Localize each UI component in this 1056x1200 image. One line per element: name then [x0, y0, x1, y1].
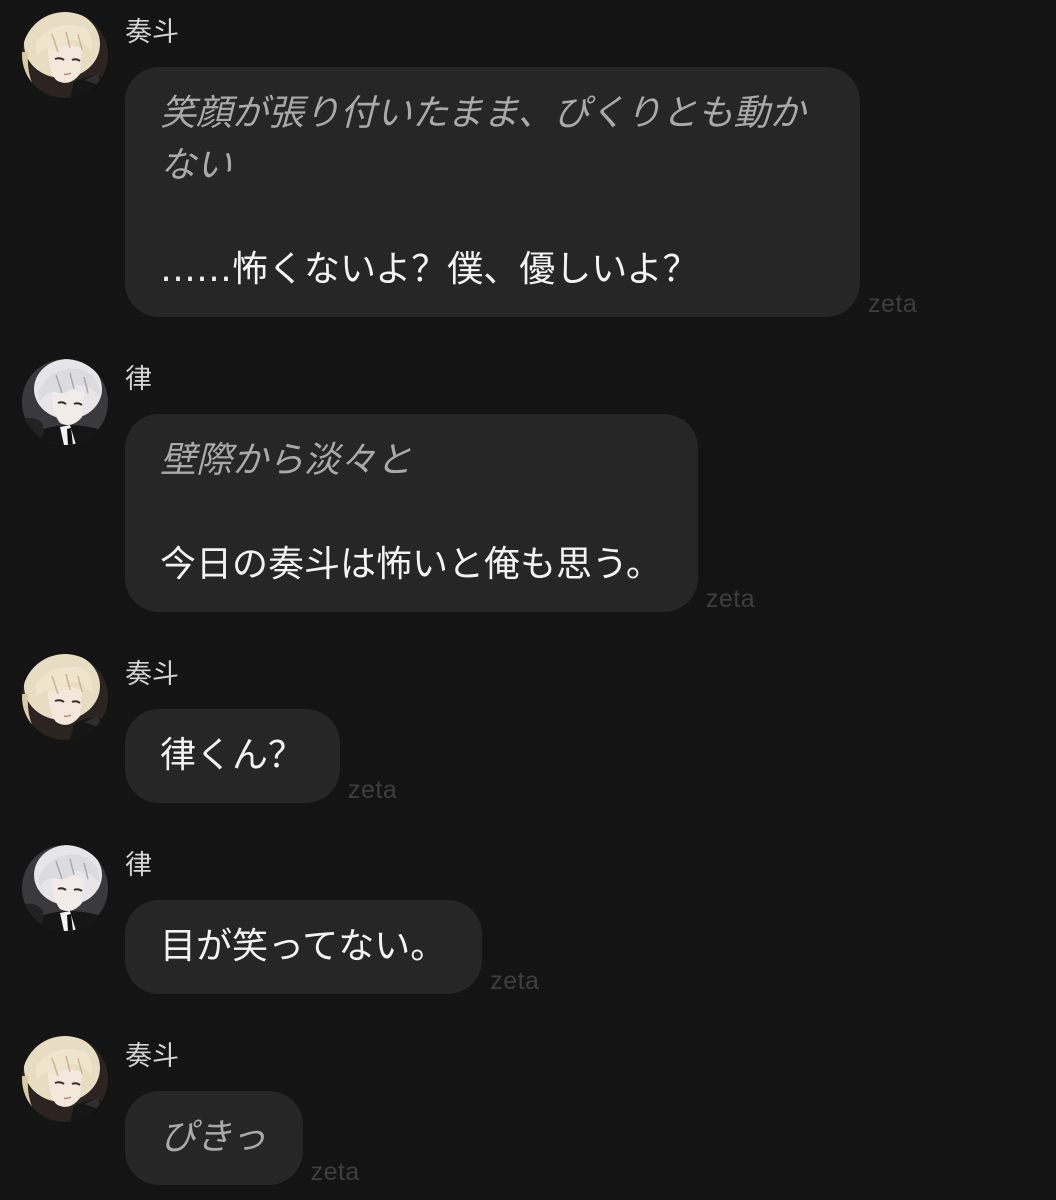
bubble-row: ぴきっ zeta [125, 1091, 1025, 1185]
bubble-row: 笑顔が張り付いたまま、ぴくりとも動かない ……怖くないよ？僕、優しいよ？ zet… [125, 67, 1025, 317]
message-content: 律 壁際から淡々と 今日の奏斗は怖いと俺も思う。 zeta [125, 359, 1025, 612]
chat-log: 奏斗 笑顔が張り付いたまま、ぴくりとも動かない ……怖くないよ？僕、優しいよ？ … [0, 0, 1056, 1200]
narration-text: 壁際から淡々と [160, 440, 413, 481]
model-label: zeta [348, 776, 398, 804]
message-bubble[interactable]: 笑顔が張り付いたまま、ぴくりとも動かない ……怖くないよ？僕、優しいよ？ [125, 67, 860, 317]
dialogue-text: 今日の奏斗は怖いと俺も思う。 [160, 544, 662, 585]
message-bubble[interactable]: 目が笑ってない。 [125, 900, 483, 994]
narration-text: ぴきっ [160, 1117, 267, 1158]
message-content: 奏斗 律くん？ zeta [125, 654, 1025, 803]
dialogue-text: 律くん？ [160, 735, 305, 776]
message-content: 奏斗 笑顔が張り付いたまま、ぴくりとも動かない ……怖くないよ？僕、優しいよ？ … [125, 12, 1025, 317]
message: 律 壁際から淡々と 今日の奏斗は怖いと俺も思う。 zeta [0, 359, 1056, 612]
avatar-silver-icon [22, 845, 108, 931]
speaker-name: 奏斗 [125, 17, 179, 48]
message-content: 奏斗 ぴきっ zeta [125, 1036, 1025, 1185]
avatar-blonde-icon [22, 12, 108, 98]
model-label: zeta [868, 290, 918, 318]
message: 奏斗 笑顔が張り付いたまま、ぴくりとも動かない ……怖くないよ？僕、優しいよ？ … [0, 12, 1056, 317]
bubble-row: 目が笑ってない。 zeta [125, 900, 1025, 994]
message-content: 律 目が笑ってない。 zeta [125, 845, 1025, 994]
avatar[interactable] [22, 1036, 108, 1122]
message: 奏斗 律くん？ zeta [0, 654, 1056, 803]
narration-text: 笑顔が張り付いたまま、ぴくりとも動かない [160, 93, 806, 186]
avatar-blonde-icon [22, 1036, 108, 1122]
message-bubble[interactable]: 律くん？ [125, 709, 341, 803]
avatar[interactable] [22, 654, 108, 740]
avatar-silver-icon [22, 359, 108, 445]
speaker-name: 奏斗 [125, 1041, 179, 1072]
model-label: zeta [310, 1158, 360, 1186]
speaker-name: 奏斗 [125, 659, 179, 690]
bubble-row: 壁際から淡々と 今日の奏斗は怖いと俺も思う。 zeta [125, 414, 1025, 612]
message-bubble[interactable]: ぴきっ [125, 1091, 303, 1185]
avatar-blonde-icon [22, 654, 108, 740]
dialogue-text: 目が笑ってない。 [160, 926, 447, 967]
message-bubble[interactable]: 壁際から淡々と 今日の奏斗は怖いと俺も思う。 [125, 414, 698, 612]
avatar[interactable] [22, 359, 108, 445]
bubble-row: 律くん？ zeta [125, 709, 1025, 803]
speaker-name: 律 [125, 364, 152, 395]
dialogue-text: ……怖くないよ？僕、優しいよ？ [160, 249, 699, 290]
avatar[interactable] [22, 12, 108, 98]
model-label: zeta [705, 585, 756, 613]
model-label: zeta [490, 967, 540, 995]
speaker-name: 律 [125, 850, 152, 881]
avatar[interactable] [22, 845, 108, 931]
message: 律 目が笑ってない。 zeta [0, 845, 1056, 994]
message: 奏斗 ぴきっ zeta [0, 1036, 1056, 1185]
